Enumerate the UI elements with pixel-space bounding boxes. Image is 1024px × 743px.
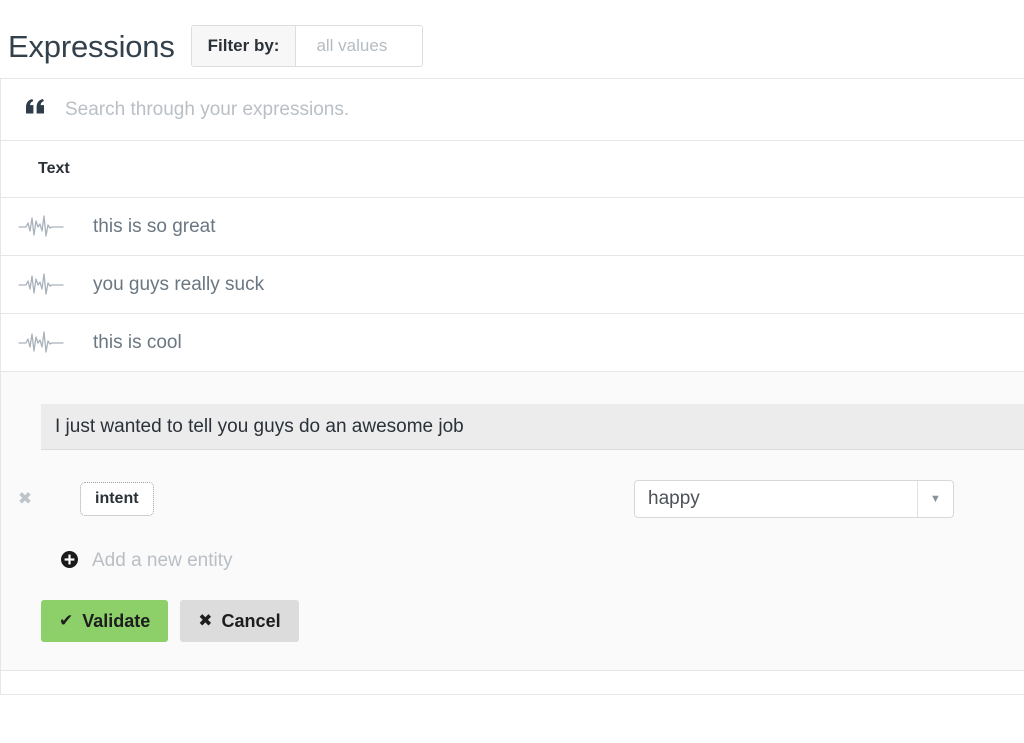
table-row-text: you guys really suck [93,273,265,295]
table-row-text: this is cool [93,331,182,353]
expression-sentence[interactable]: I just wanted to tell you guys do an awe… [41,404,1024,450]
table-row[interactable]: you guys really suck [1,256,1024,314]
quote-left-icon [26,99,45,118]
column-header-text: Text [38,160,70,177]
table-row-partial[interactable] [0,671,1024,695]
entity-row: ✖ intent happy ▼ [1,480,1024,518]
entity-value-text: happy [648,488,700,509]
cancel-button-label: Cancel [221,610,281,631]
add-new-entity-button[interactable]: Add a new entity [1,550,1024,572]
search-input[interactable]: Search through your expressions. [65,99,349,121]
validate-button[interactable]: ✔ Validate [41,600,169,642]
page-header: Expressions Filter by: all values [0,0,1024,78]
expression-editor-panel: I just wanted to tell you guys do an awe… [0,372,1024,671]
filter-by-label: Filter by: [191,26,297,66]
add-new-entity-label: Add a new entity [92,550,233,571]
table-row[interactable]: this is cool [1,314,1024,372]
expressions-page: Expressions Filter by: all values Search… [0,0,1024,743]
table-row[interactable]: this is so great [1,198,1024,256]
close-icon: ✖ [198,610,213,631]
waveform-icon [15,214,67,240]
table-header-row: Text [1,141,1024,198]
waveform-icon [15,330,67,356]
filter-by-input[interactable]: all values [296,26,423,66]
chevron-down-icon[interactable]: ▼ [917,481,953,517]
table-row-text: this is so great [93,215,216,237]
filter-by-group[interactable]: Filter by: all values [190,25,424,67]
validate-button-label: Validate [82,610,151,631]
editor-actions: ✔ Validate ✖ Cancel [1,600,1024,642]
cancel-button[interactable]: ✖ Cancel [180,600,299,642]
entity-tag-intent[interactable]: intent [80,482,154,516]
expressions-table: Search through your expressions. Text th… [0,78,1024,695]
search-row[interactable]: Search through your expressions. [1,79,1024,141]
page-title: Expressions [8,28,175,64]
check-icon: ✔ [59,610,74,631]
remove-entity-icon[interactable]: ✖ [1,489,49,509]
plus-circle-icon [61,550,78,572]
entity-value-select[interactable]: happy ▼ [634,480,954,518]
waveform-icon [15,272,67,298]
